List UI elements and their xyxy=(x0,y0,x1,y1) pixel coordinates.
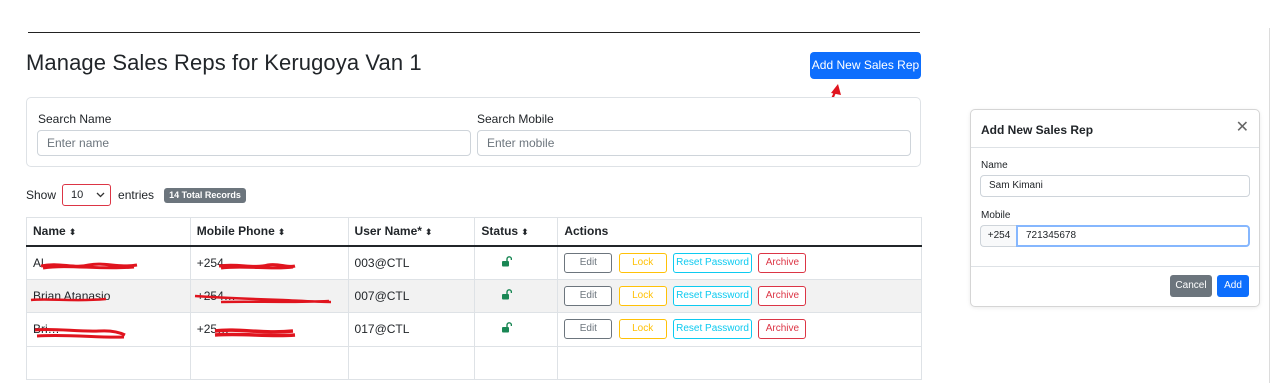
cell-username: 007@CTL xyxy=(347,278,476,313)
archive-button[interactable]: Archive xyxy=(758,319,807,340)
total-records-badge: 14 Total Records xyxy=(164,187,246,203)
right-divider xyxy=(1269,28,1270,383)
redaction-scribble xyxy=(218,262,296,269)
cell-mobile: +254… xyxy=(189,245,349,280)
add-sales-rep-modal: Add New Sales Rep ✕ Name Sam Kimani Mobi… xyxy=(970,109,1260,307)
mobile-country-prefix: +254 xyxy=(980,225,1017,247)
header-actions: Actions xyxy=(557,217,922,247)
header-username[interactable]: User Name* ⬍ xyxy=(347,217,476,247)
lock-button[interactable]: Lock xyxy=(618,252,667,273)
table-row xyxy=(26,345,922,380)
page-size-value: 10 xyxy=(71,189,84,201)
cell-username: 003@CTL xyxy=(347,245,476,280)
cell-status xyxy=(474,278,559,313)
modal-name-input[interactable]: Sam Kimani xyxy=(980,175,1250,197)
edit-button[interactable]: Edit xyxy=(564,319,613,340)
header-mobile[interactable]: Mobile Phone ⬍ xyxy=(189,217,349,247)
page-size-control: Show 10 entries 14 Total Records xyxy=(26,184,246,206)
archive-button[interactable]: Archive xyxy=(758,252,807,273)
redaction-scribble xyxy=(214,328,295,338)
redaction-scribble xyxy=(34,328,126,339)
modal-name-label: Name xyxy=(981,160,1008,171)
cell-actions: Edit Lock Reset Password Archive xyxy=(557,312,922,347)
sort-icon: ⬍ xyxy=(521,227,529,238)
sort-icon: ⬍ xyxy=(68,227,77,238)
cell-status xyxy=(474,245,559,280)
page-size-select[interactable]: 10 xyxy=(62,184,112,206)
modal-mobile-label: Mobile xyxy=(981,210,1011,221)
modal-header-divider xyxy=(971,147,1259,148)
lock-button[interactable]: Lock xyxy=(618,285,667,306)
redaction-scribble xyxy=(40,262,138,269)
lock-button[interactable]: Lock xyxy=(618,319,667,340)
reset-password-button[interactable]: Reset Password xyxy=(673,252,753,273)
modal-title: Add New Sales Rep xyxy=(981,123,1094,137)
redaction-scribble xyxy=(194,294,331,303)
sort-icon: ⬍ xyxy=(277,227,286,238)
cell-name: Al… xyxy=(26,245,191,280)
cell-mobile: +25… xyxy=(189,312,349,347)
header-name[interactable]: Name ⬍ xyxy=(26,217,191,247)
search-name-label: Search Name xyxy=(38,112,112,126)
cancel-button[interactable]: Cancel xyxy=(1170,275,1212,297)
top-divider xyxy=(28,32,920,33)
entries-label: entries xyxy=(118,188,155,202)
reset-password-button[interactable]: Reset Password xyxy=(673,319,753,340)
cell-actions: Edit Lock Reset Password Archive xyxy=(557,278,922,313)
sort-icon: ⬍ xyxy=(424,227,433,238)
search-mobile-label: Search Mobile xyxy=(477,112,554,126)
chevron-down-icon xyxy=(96,192,105,198)
modal-mobile-input[interactable]: 721345678 xyxy=(1016,225,1250,247)
search-filters: Search Name Enter name Search Mobile Ent… xyxy=(26,97,921,167)
redaction-scribble xyxy=(30,297,107,302)
cell-actions: Edit Lock Reset Password Archive xyxy=(557,245,922,280)
table-row: Brian Atanasio +254… 007@CTL Edit Lock R… xyxy=(26,278,922,313)
page-title: Manage Sales Reps for Kerugoya Van 1 xyxy=(26,50,422,75)
cell-name: Brian Atanasio xyxy=(26,278,191,313)
archive-button[interactable]: Archive xyxy=(758,285,807,306)
header-status[interactable]: Status ⬍ xyxy=(474,217,559,247)
reset-password-button[interactable]: Reset Password xyxy=(673,285,753,306)
cell-status xyxy=(474,312,559,347)
close-icon[interactable]: ✕ xyxy=(1236,120,1249,136)
cell-mobile: +254… xyxy=(189,278,349,313)
edit-button[interactable]: Edit xyxy=(564,285,613,306)
sales-reps-table: Name ⬍ Mobile Phone ⬍ User Name* ⬍ Status ⬍ … xyxy=(26,217,922,380)
cell-username: 017@CTL xyxy=(347,312,476,347)
cell-name: Bri… xyxy=(26,312,191,347)
table-row: Bri… +25… 017@CTL Edit Lock Reset Passwo… xyxy=(26,312,922,347)
search-name-input[interactable]: Enter name xyxy=(37,130,471,156)
unlock-icon xyxy=(501,322,512,336)
modal-footer-divider xyxy=(971,266,1259,267)
table-row: Al… +254… 003@CTL Edit Lock Reset Passwo… xyxy=(26,245,922,280)
unlock-icon xyxy=(501,288,512,303)
add-new-sales-rep-button[interactable]: Add New Sales Rep xyxy=(810,52,921,79)
add-button[interactable]: Add xyxy=(1217,275,1249,297)
edit-button[interactable]: Edit xyxy=(564,252,613,273)
show-label: Show xyxy=(26,188,57,202)
search-mobile-input[interactable]: Enter mobile xyxy=(477,130,911,156)
unlock-icon xyxy=(501,255,512,270)
